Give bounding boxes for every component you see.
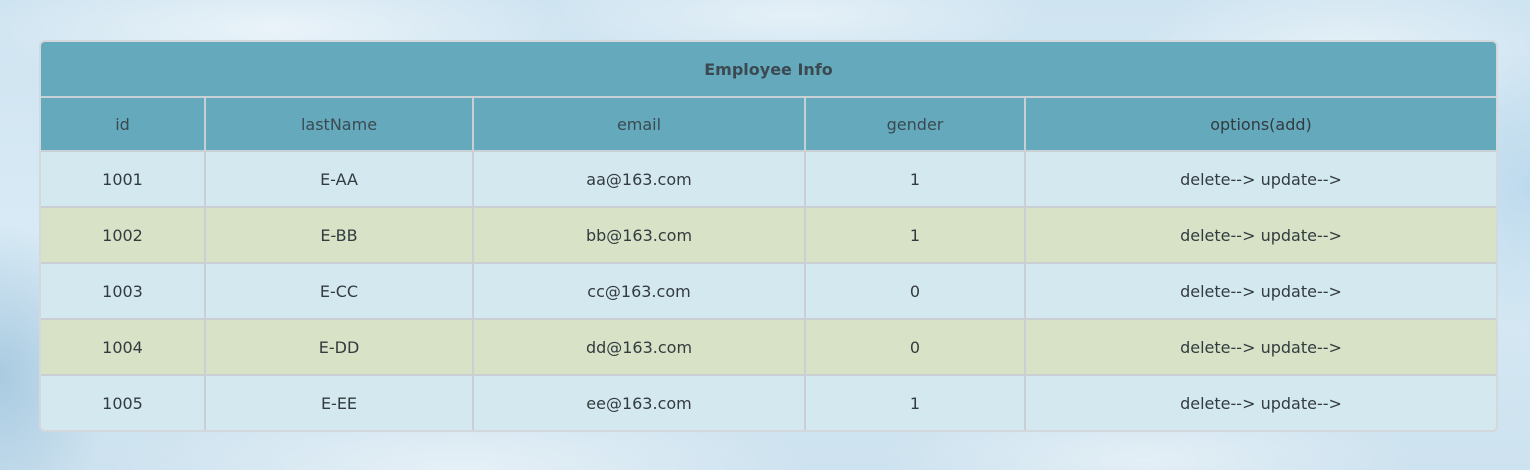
employee-table-container: Employee Info id lastName email gender o…	[39, 40, 1498, 432]
update-link[interactable]: update-->	[1261, 394, 1342, 413]
table-title: Employee Info	[41, 42, 1496, 98]
cell-lastname: E-BB	[205, 207, 474, 264]
table-caption-row: Employee Info	[41, 42, 1496, 98]
add-employee-link[interactable]: options(add)	[1210, 115, 1312, 134]
table-row: 1004 E-DD dd@163.com 0 delete--> update-…	[41, 319, 1496, 376]
column-header-options: options(add)	[1025, 97, 1496, 152]
update-link[interactable]: update-->	[1261, 170, 1342, 189]
delete-link[interactable]: delete-->	[1180, 282, 1255, 301]
cell-gender: 0	[805, 319, 1026, 376]
cell-gender: 0	[805, 263, 1026, 320]
cell-lastname: E-DD	[205, 319, 474, 376]
cell-id: 1003	[41, 263, 206, 320]
cell-email: dd@163.com	[473, 319, 806, 376]
column-header-id: id	[41, 97, 206, 152]
column-header-gender: gender	[805, 97, 1026, 152]
cell-id: 1001	[41, 151, 206, 208]
update-link[interactable]: update-->	[1261, 282, 1342, 301]
cell-options: delete--> update-->	[1025, 151, 1496, 208]
cell-email: bb@163.com	[473, 207, 806, 264]
table-row: 1002 E-BB bb@163.com 1 delete--> update-…	[41, 207, 1496, 264]
delete-link[interactable]: delete-->	[1180, 394, 1255, 413]
table-row: 1005 E-EE ee@163.com 1 delete--> update-…	[41, 375, 1496, 430]
cell-lastname: E-EE	[205, 375, 474, 430]
update-link[interactable]: update-->	[1261, 338, 1342, 357]
cell-email: aa@163.com	[473, 151, 806, 208]
cell-lastname: E-CC	[205, 263, 474, 320]
cell-lastname: E-AA	[205, 151, 474, 208]
cell-options: delete--> update-->	[1025, 319, 1496, 376]
cell-gender: 1	[805, 375, 1026, 430]
delete-link[interactable]: delete-->	[1180, 170, 1255, 189]
cell-id: 1004	[41, 319, 206, 376]
delete-link[interactable]: delete-->	[1180, 338, 1255, 357]
column-header-lastname: lastName	[205, 97, 474, 152]
table-row: 1003 E-CC cc@163.com 0 delete--> update-…	[41, 263, 1496, 320]
cell-email: ee@163.com	[473, 375, 806, 430]
cell-options: delete--> update-->	[1025, 375, 1496, 430]
cell-options: delete--> update-->	[1025, 263, 1496, 320]
cell-gender: 1	[805, 151, 1026, 208]
cell-id: 1005	[41, 375, 206, 430]
cell-options: delete--> update-->	[1025, 207, 1496, 264]
table-header-row: id lastName email gender options(add)	[41, 97, 1496, 152]
cell-id: 1002	[41, 207, 206, 264]
table-row: 1001 E-AA aa@163.com 1 delete--> update-…	[41, 151, 1496, 208]
employee-table: Employee Info id lastName email gender o…	[41, 42, 1496, 430]
column-header-email: email	[473, 97, 806, 152]
delete-link[interactable]: delete-->	[1180, 226, 1255, 245]
cell-gender: 1	[805, 207, 1026, 264]
cell-email: cc@163.com	[473, 263, 806, 320]
update-link[interactable]: update-->	[1261, 226, 1342, 245]
